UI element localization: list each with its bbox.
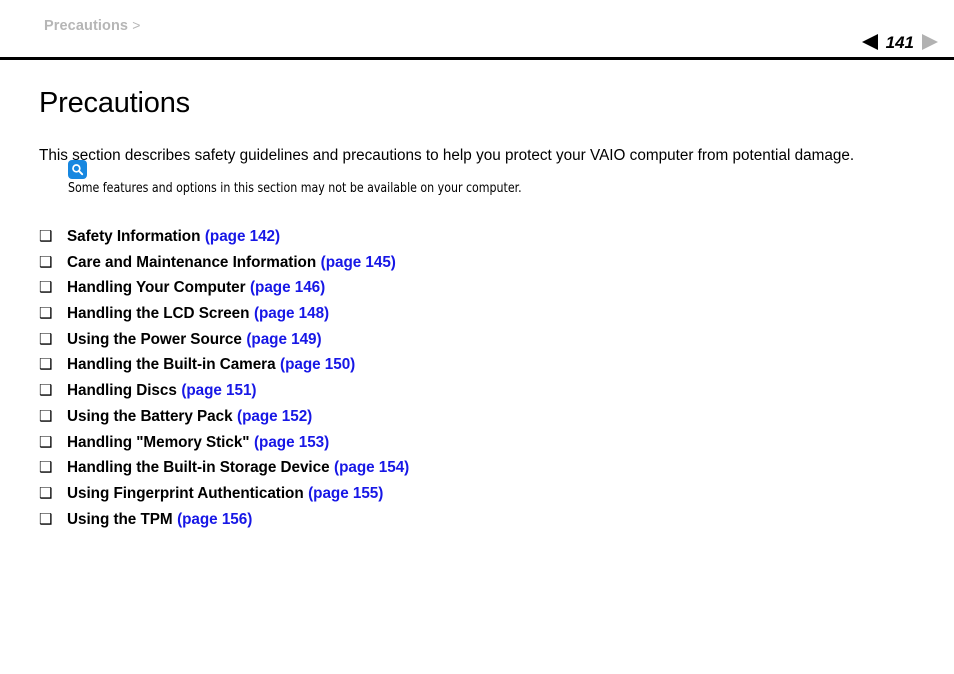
list-item[interactable]: ❑ Handling the Built-in Camera (page 150… [39, 356, 919, 382]
breadcrumb-item-precautions[interactable]: Precautions [44, 18, 128, 34]
list-item-label: Handling "Memory Stick" [67, 433, 250, 451]
list-item[interactable]: ❑ Safety Information (page 142) [39, 228, 919, 254]
list-item[interactable]: ❑ Using the TPM (page 156) [39, 511, 919, 537]
page-link[interactable]: (page 152) [237, 408, 312, 426]
list-item[interactable]: ❑ Using Fingerprint Authentication (page… [39, 485, 919, 511]
page-link[interactable]: (page 149) [246, 331, 321, 349]
square-bullet-icon: ❑ [39, 433, 53, 451]
list-item[interactable]: ❑ Handling "Memory Stick" (page 153) [39, 434, 919, 460]
list-item-label: Handling the Built-in Storage Device [67, 459, 330, 477]
page-link[interactable]: (page 150) [280, 356, 355, 374]
page-link[interactable]: (page 148) [254, 305, 329, 323]
list-item[interactable]: ❑ Care and Maintenance Information (page… [39, 254, 919, 280]
magnifier-note-icon [68, 160, 87, 179]
page-link[interactable]: (page 151) [181, 382, 256, 400]
note-block: Some features and options in this sectio… [68, 160, 908, 197]
list-item-label: Handling the Built-in Camera [67, 356, 276, 374]
triangle-left-icon[interactable] [861, 34, 878, 50]
square-bullet-icon: ❑ [39, 356, 53, 374]
square-bullet-icon: ❑ [39, 330, 53, 348]
list-item-label: Using the Power Source [67, 330, 242, 348]
list-item-label: Safety Information [67, 228, 201, 245]
square-bullet-icon: ❑ [39, 279, 53, 297]
square-bullet-icon: ❑ [39, 382, 53, 400]
list-item-label: Using the Battery Pack [67, 407, 233, 425]
list-item-label: Using the TPM [67, 510, 173, 528]
list-item-label: Handling Your Computer [67, 279, 246, 297]
page-navigation: 141 [861, 31, 938, 53]
square-bullet-icon: ❑ [39, 407, 53, 425]
page-link[interactable]: (page 145) [321, 254, 396, 272]
list-item[interactable]: ❑ Using the Battery Pack (page 152) [39, 408, 919, 434]
table-of-contents-list: ❑ Safety Information (page 142) ❑ Care a… [39, 228, 919, 536]
square-bullet-icon: ❑ [39, 305, 53, 323]
page-header: Precautions > 141 [0, 0, 954, 60]
square-bullet-icon: ❑ [39, 510, 53, 528]
list-item[interactable]: ❑ Handling Your Computer (page 146) [39, 279, 919, 305]
page-link[interactable]: (page 142) [205, 228, 280, 246]
page-link[interactable]: (page 154) [334, 459, 409, 477]
page-number: 141 [885, 32, 914, 52]
triangle-right-icon[interactable] [922, 34, 938, 50]
note-text: Some features and options in this sectio… [68, 181, 522, 196]
breadcrumb-separator: > [132, 17, 141, 33]
page-link[interactable]: (page 155) [308, 485, 383, 503]
list-item[interactable]: ❑ Handling the Built-in Storage Device (… [39, 459, 919, 485]
list-item-label: Using Fingerprint Authentication [67, 484, 304, 502]
page-title: Precautions [39, 87, 190, 119]
page-link[interactable]: (page 146) [250, 279, 325, 297]
square-bullet-icon: ❑ [39, 253, 53, 271]
list-item-label: Care and Maintenance Information [67, 253, 317, 271]
list-item-label: Handling the LCD Screen [67, 305, 250, 323]
list-item[interactable]: ❑ Handling the LCD Screen (page 148) [39, 305, 919, 331]
list-item[interactable]: ❑ Using the Power Source (page 149) [39, 331, 919, 357]
square-bullet-icon: ❑ [39, 459, 53, 477]
page-link[interactable]: (page 153) [254, 434, 329, 452]
square-bullet-icon: ❑ [39, 484, 53, 502]
list-item[interactable]: ❑ Handling Discs (page 151) [39, 382, 919, 408]
square-bullet-icon: ❑ [39, 228, 53, 245]
header-divider [0, 57, 954, 60]
breadcrumb: Precautions > [44, 17, 141, 34]
page-link[interactable]: (page 156) [177, 511, 252, 529]
list-item-label: Handling Discs [67, 382, 177, 400]
